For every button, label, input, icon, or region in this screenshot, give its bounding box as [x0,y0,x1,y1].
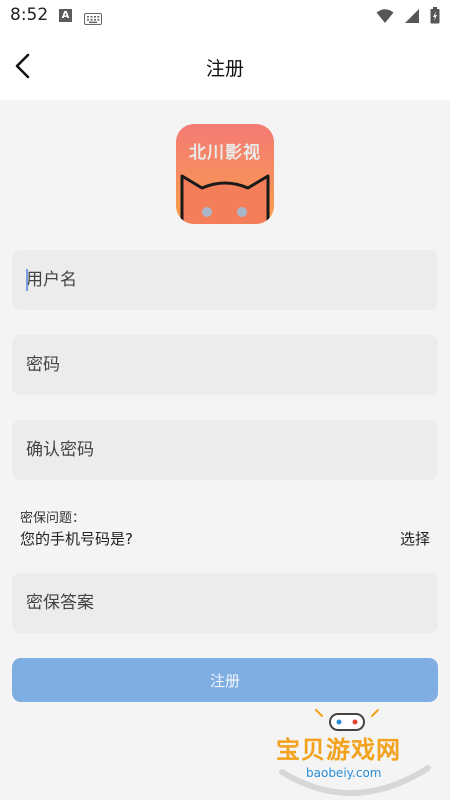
username-field[interactable] [12,250,438,310]
status-time: 8:52 [10,5,49,25]
wifi-icon [376,8,394,28]
register-button[interactable]: 注册 [12,658,438,702]
signal-icon [404,8,420,28]
username-input[interactable] [12,250,438,310]
password-input[interactable] [12,335,438,395]
watermark: 宝贝游戏网 baobeiy.com [268,706,438,800]
confirm-password-input[interactable] [12,420,438,480]
keyboard-icon [84,10,102,29]
security-question-label: 密保问题： [20,511,86,526]
cat-face-icon [180,174,270,224]
select-question-button[interactable]: 选择 [400,528,430,549]
confirm-password-field[interactable] [12,420,438,480]
security-question-text: 您的手机号码是? [20,530,133,548]
watermark-url: baobeiy.com [306,766,382,780]
watermark-text: 宝贝游戏网 [276,736,401,764]
app-bar: 注册 [0,34,450,100]
status-bar: 8:52 A [0,0,450,34]
text-cursor [26,269,28,291]
security-answer-input[interactable] [12,573,438,633]
battery-icon [430,7,440,28]
app-logo: 北川影视 [176,124,274,224]
notification-icon: A [59,9,72,22]
security-answer-field[interactable] [12,573,438,633]
password-field[interactable] [12,335,438,395]
page-title: 注册 [205,58,244,80]
